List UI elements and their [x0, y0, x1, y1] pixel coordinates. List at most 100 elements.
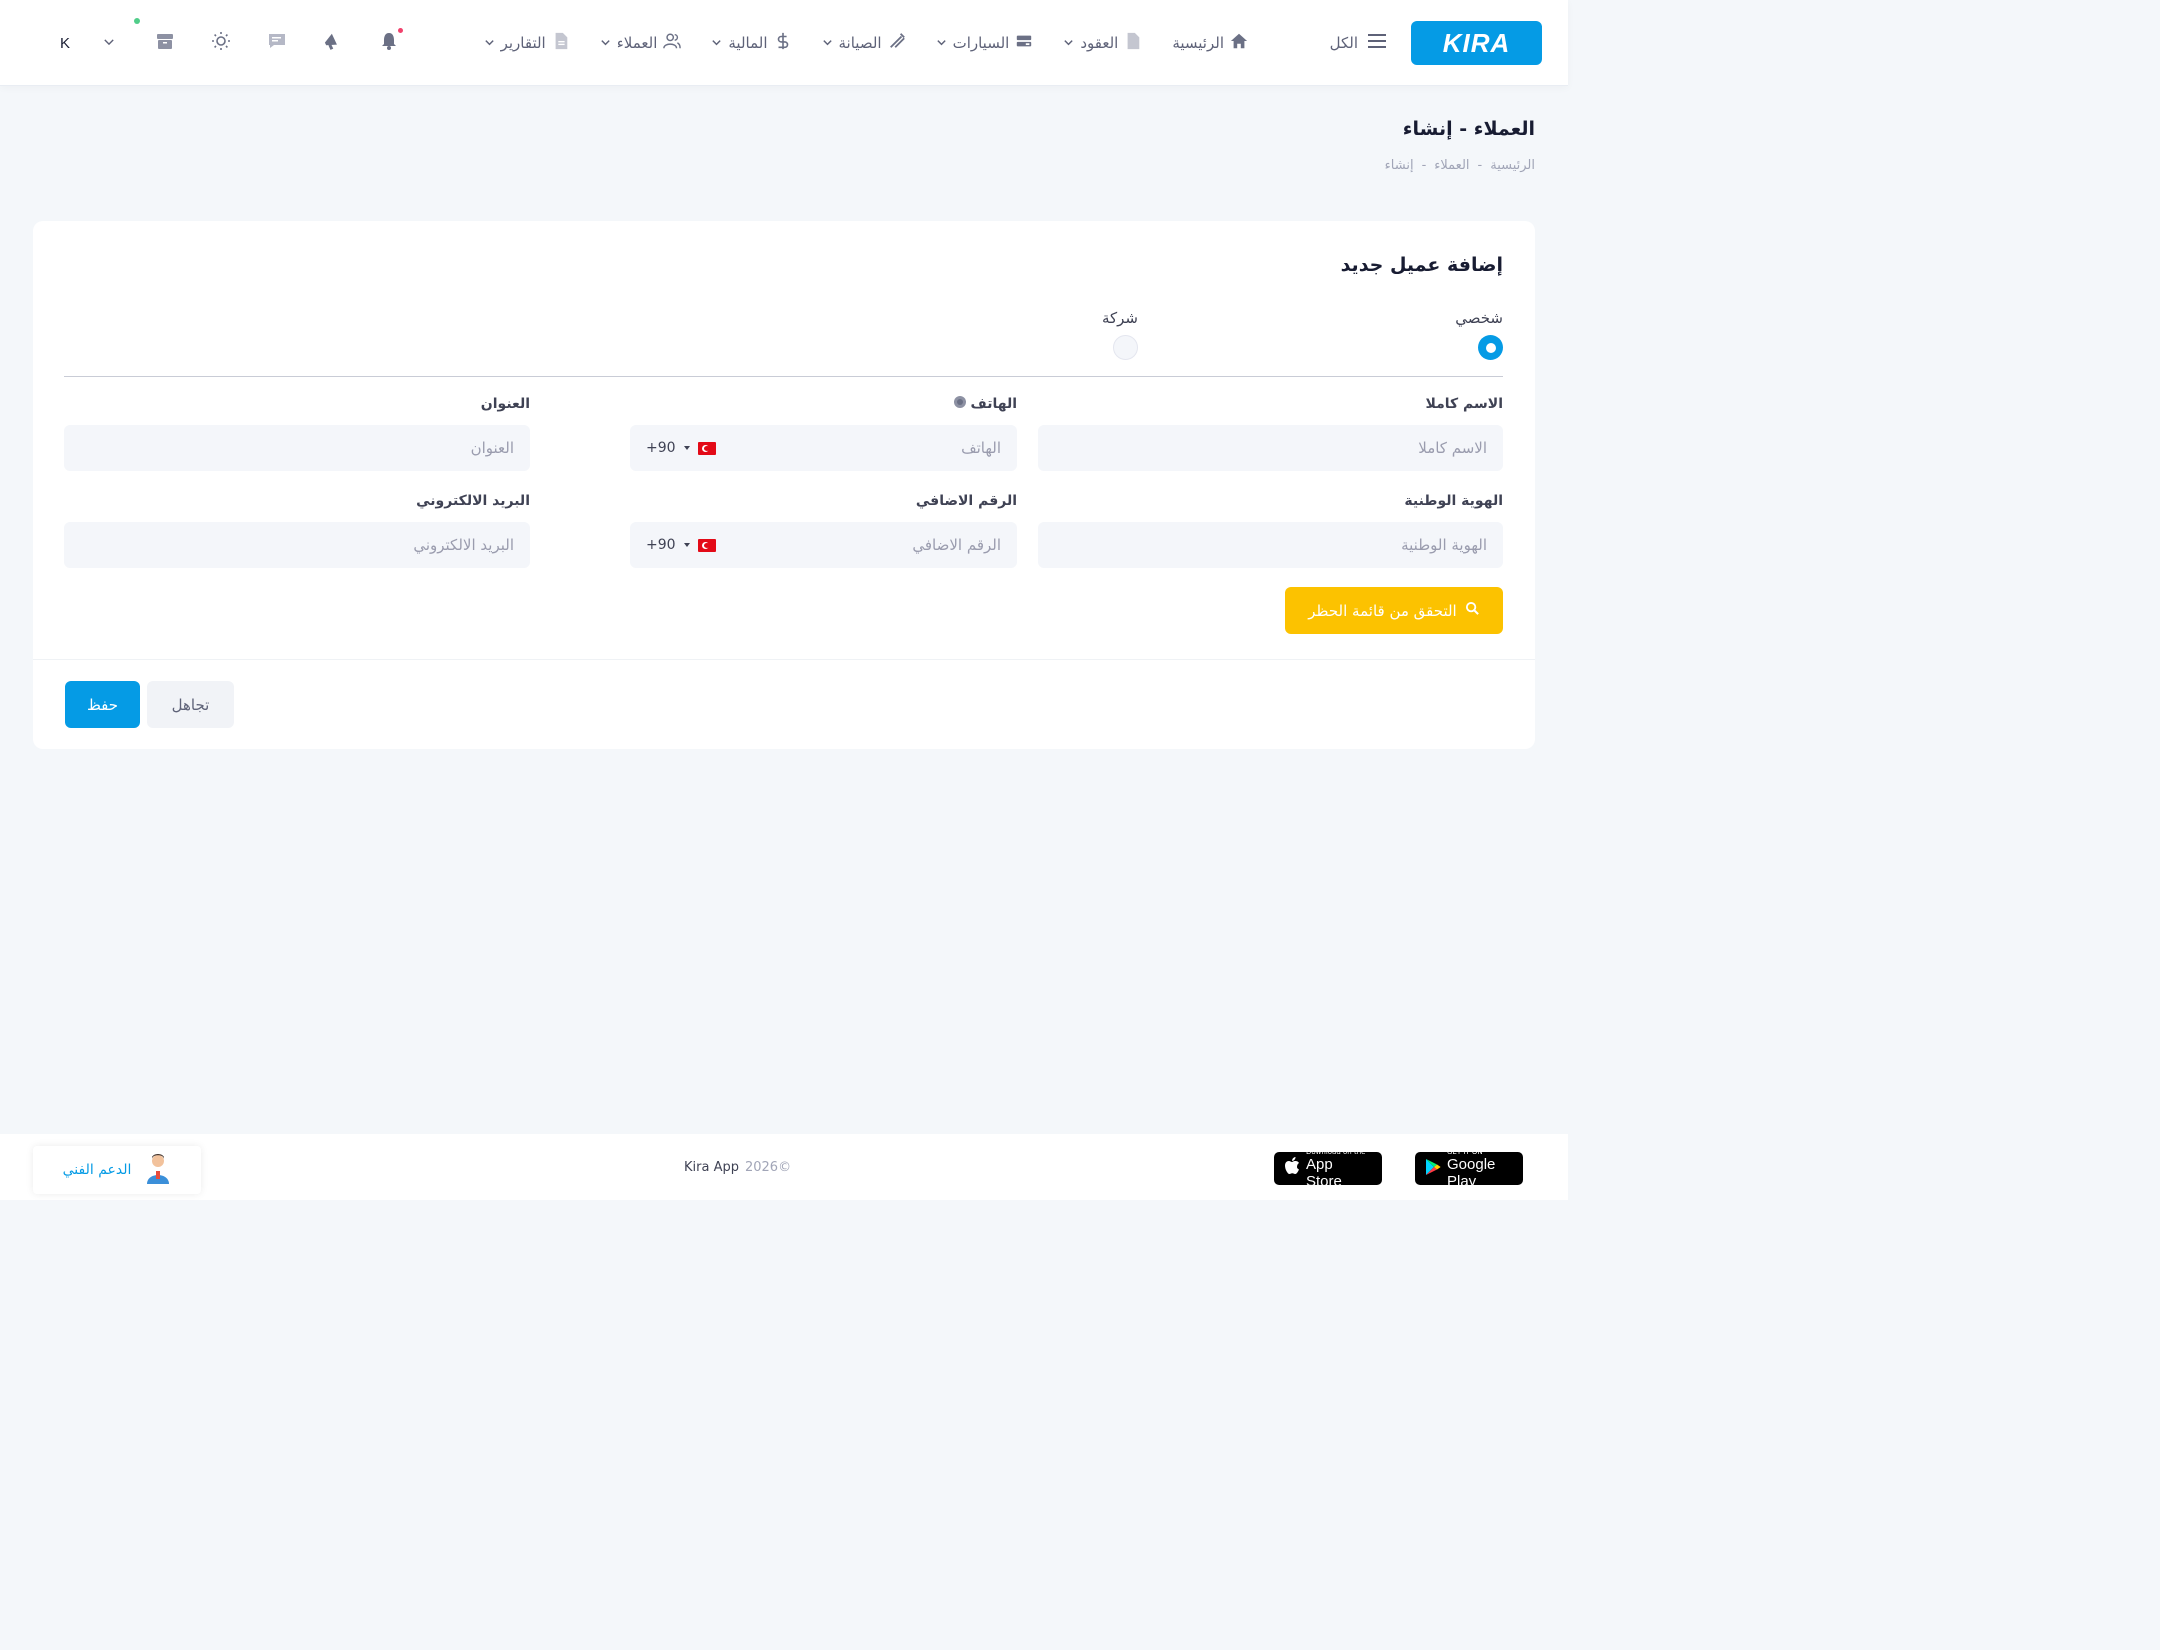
country-code-select[interactable]: +90: [646, 537, 716, 553]
country-code-select[interactable]: +90: [646, 440, 716, 456]
theme-toggle[interactable]: [206, 28, 236, 58]
nav-label: العقود: [1080, 34, 1119, 52]
main-nav: الرئيسية العقود السيارات الصيانة المالية…: [484, 30, 1248, 56]
phone-input[interactable]: الهاتف +90: [630, 425, 1017, 471]
all-menu-label: الكل: [1329, 34, 1358, 52]
online-dot: [134, 18, 140, 24]
store-small-text: Download on the: [1306, 1147, 1366, 1156]
nav-item-finance[interactable]: المالية: [711, 32, 791, 54]
placeholder: الاسم كاملا: [1418, 439, 1487, 457]
email-label: البريد الالكتروني: [64, 490, 530, 512]
nav-label: السيارات: [952, 34, 1010, 52]
placeholder: البريد الالكتروني: [413, 536, 514, 554]
notification-dot: [398, 28, 403, 33]
national-id-input[interactable]: الهوية الوطنية: [1038, 522, 1503, 568]
breadcrumb-home[interactable]: الرئيسية: [1490, 158, 1535, 173]
users-icon: [663, 32, 682, 54]
label-text: الرقم الاضافي: [915, 493, 1017, 509]
header-toolbar: K: [50, 18, 404, 58]
type-company-radio[interactable]: [1113, 335, 1138, 360]
national-id-label: الهوية الوطنية: [1038, 490, 1503, 512]
type-personal-label: شخصي: [1455, 309, 1503, 327]
button-label: التحقق من قائمة الحظر: [1308, 601, 1457, 620]
phone-label: الهاتف: [630, 393, 1017, 415]
breadcrumb-separator: -: [1421, 158, 1427, 173]
phone-field: الهاتف الهاتف +90: [630, 393, 1017, 471]
nav-label: المالية: [728, 34, 768, 52]
nav-item-cars[interactable]: السيارات: [936, 32, 1034, 54]
extra-number-field: الرقم الاضافي الرقم الاضافي +90: [630, 490, 1017, 568]
nav-item-maintenance[interactable]: الصيانة: [822, 32, 906, 54]
chevron-down-icon: [600, 34, 611, 52]
nav-item-customers[interactable]: العملاء: [600, 32, 682, 54]
notifications-button[interactable]: [374, 28, 404, 58]
placeholder: العنوان: [470, 439, 514, 457]
check-blacklist-button[interactable]: التحقق من قائمة الحظر: [1285, 587, 1503, 634]
app-store-badge[interactable]: Download on the App Store: [1274, 1148, 1382, 1190]
label-text: العنوان: [480, 396, 530, 412]
email-field: البريد الالكتروني البريد الالكتروني: [64, 490, 530, 568]
type-company-label: شركة: [1101, 309, 1138, 327]
type-personal-radio[interactable]: [1478, 335, 1503, 360]
divider: [64, 376, 1503, 377]
nav-label: العملاء: [616, 34, 658, 52]
breadcrumb-customers[interactable]: العملاء: [1434, 158, 1469, 173]
support-button[interactable]: الدعم الفني: [33, 1146, 201, 1194]
form-title: إضافة عميل جديد: [1340, 254, 1503, 276]
support-label: الدعم الفني: [62, 1162, 132, 1178]
chevron-down-icon: [936, 34, 947, 52]
turkey-flag-icon: [697, 538, 716, 552]
apple-icon: [1284, 1157, 1300, 1180]
store-small-text: GET IT ON: [1447, 1147, 1483, 1156]
user-menu-button[interactable]: K: [50, 28, 80, 58]
google-play-badge[interactable]: GET IT ON Google Play: [1415, 1148, 1523, 1190]
address-label: العنوان: [64, 393, 530, 415]
nav-item-contracts[interactable]: العقود: [1063, 32, 1142, 54]
address-input[interactable]: العنوان: [64, 425, 530, 471]
kira-logo[interactable]: KIRA: [1411, 21, 1542, 65]
sun-icon: [211, 31, 231, 55]
turkey-flag-icon: [697, 441, 716, 455]
divider: [33, 659, 1535, 660]
store-big-text: App Store: [1306, 1155, 1342, 1190]
nav-item-reports[interactable]: التقارير: [484, 32, 570, 54]
bell-icon: [379, 31, 399, 55]
search-icon: [1465, 601, 1480, 620]
google-play-icon: [1425, 1158, 1441, 1180]
full-name-field: الاسم كاملا الاسم كاملا: [1038, 393, 1503, 471]
chat-icon: [267, 31, 287, 55]
all-menu-button[interactable]: الكل: [1330, 30, 1386, 56]
menu-icon: [1368, 34, 1386, 52]
type-personal-option[interactable]: شخصي: [1455, 309, 1503, 360]
wrench-icon: [888, 32, 906, 54]
label-text: الهوية الوطنية: [1404, 493, 1503, 509]
file-icon: [1124, 32, 1142, 54]
full-name-input[interactable]: الاسم كاملا: [1038, 425, 1503, 471]
email-input[interactable]: البريد الالكتروني: [64, 522, 530, 568]
label-text: الهاتف: [970, 396, 1017, 412]
placeholder: الهاتف: [961, 439, 1001, 457]
placeholder: الهوية الوطنية: [1401, 536, 1487, 554]
save-button[interactable]: حفظ: [65, 681, 140, 728]
label-text: البريد الالكتروني: [416, 493, 530, 509]
info-icon: [953, 395, 967, 413]
copyright: Kira App 2026©: [684, 1160, 791, 1175]
packages-button[interactable]: [134, 18, 180, 58]
ignore-button[interactable]: تجاهل: [147, 681, 234, 728]
breadcrumb-create: إنشاء: [1384, 158, 1414, 173]
messages-button[interactable]: [262, 28, 292, 58]
home-icon: [1230, 32, 1248, 54]
type-company-option[interactable]: شركة: [1102, 309, 1138, 360]
full-name-label: الاسم كاملا: [1038, 393, 1503, 415]
placeholder: الرقم الاضافي: [912, 536, 1001, 554]
support-agent-icon: [145, 1152, 171, 1188]
app-name: Kira App: [684, 1160, 739, 1175]
chevron-down-icon: [484, 34, 495, 52]
nav-item-home[interactable]: الرئيسية: [1172, 32, 1248, 54]
user-menu-toggle[interactable]: [94, 28, 124, 58]
nav-label: الرئيسية: [1172, 34, 1224, 52]
megaphone-icon: [323, 31, 343, 55]
extra-number-input[interactable]: الرقم الاضافي +90: [630, 522, 1017, 568]
announcements-button[interactable]: [318, 28, 348, 58]
nav-label: التقارير: [500, 34, 546, 52]
